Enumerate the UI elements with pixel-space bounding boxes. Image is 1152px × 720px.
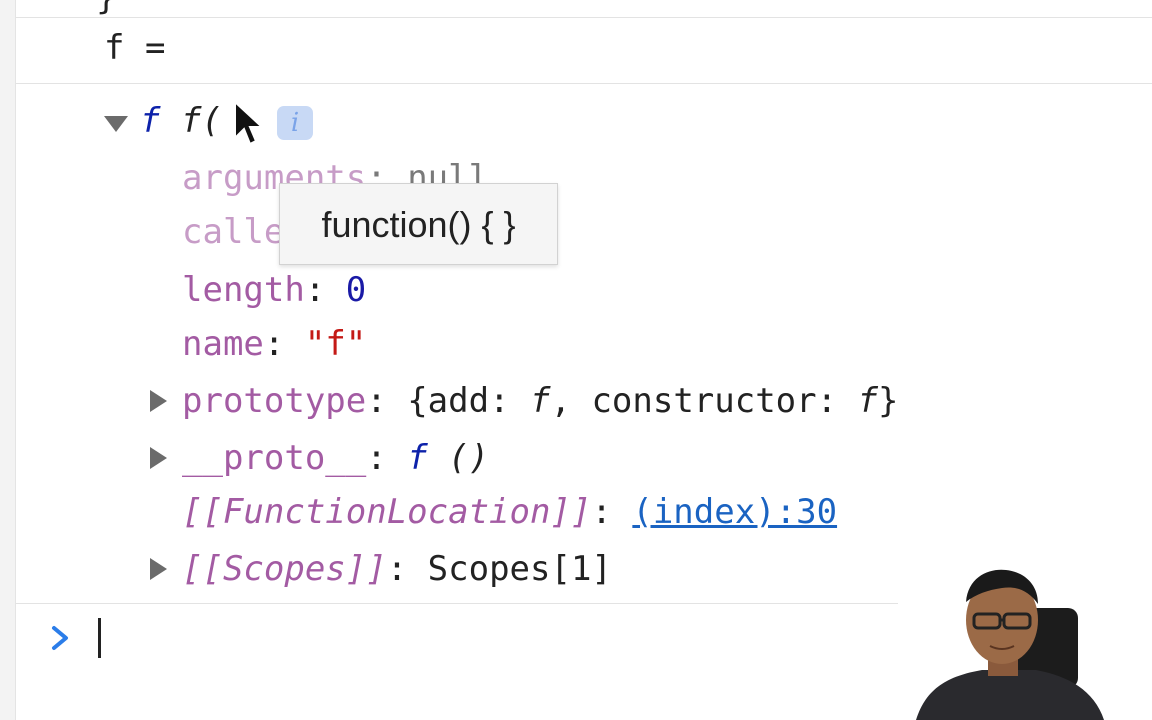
value-rest: ()	[427, 438, 490, 478]
previous-brace: }	[96, 0, 116, 18]
expand-triangle-icon[interactable]	[150, 447, 167, 469]
property-key: length	[182, 270, 305, 310]
value-fn-2: f	[857, 381, 879, 421]
mouse-cursor-icon	[234, 100, 265, 146]
property-key: [[Scopes]]	[182, 549, 387, 589]
divider	[16, 17, 1152, 18]
function-keyword: f	[140, 101, 161, 141]
divider	[16, 83, 1152, 84]
prompt-chevron-icon	[52, 626, 68, 650]
console-input-echo[interactable]: f =	[104, 28, 165, 68]
tooltip: function() { }	[279, 183, 558, 265]
function-header[interactable]: f f(	[140, 101, 222, 141]
property-key: name	[182, 324, 264, 364]
previous-output-line: }	[96, 0, 116, 18]
property-row-name: name: "f"	[182, 324, 367, 364]
property-row-prototype[interactable]: prototype: {add: f, constructor: f}	[182, 381, 899, 421]
property-row-function-location: [[FunctionLocation]]: (index):30	[182, 492, 838, 532]
property-row-scopes[interactable]: [[Scopes]]: Scopes[1]	[182, 549, 612, 589]
value-open: {add:	[407, 381, 531, 421]
property-value: 0	[345, 270, 367, 310]
property-row-proto[interactable]: __proto__: f ()	[182, 438, 489, 478]
console-gutter	[0, 0, 16, 720]
property-key: [[FunctionLocation]]	[182, 492, 592, 532]
function-location-link[interactable]: (index):30	[632, 492, 837, 532]
value-mid: , constructor:	[550, 381, 858, 421]
property-key: __proto__	[182, 438, 367, 478]
function-signature: f(	[180, 101, 222, 141]
property-row-length: length: 0	[182, 270, 367, 310]
property-value: "f"	[304, 324, 367, 364]
property-key: prototype	[182, 381, 367, 421]
presenter-webcam-image	[898, 560, 1152, 720]
expand-triangle-icon[interactable]	[150, 390, 167, 412]
property-value: Scopes[1]	[427, 549, 612, 589]
value-close: }	[878, 381, 899, 421]
value-fn-1: f	[530, 381, 551, 421]
collapse-triangle-icon[interactable]	[104, 116, 128, 132]
expand-triangle-icon[interactable]	[150, 558, 167, 580]
console-input-caret[interactable]	[98, 618, 101, 658]
value-keyword: f	[407, 438, 428, 478]
info-icon[interactable]: i	[277, 106, 313, 140]
